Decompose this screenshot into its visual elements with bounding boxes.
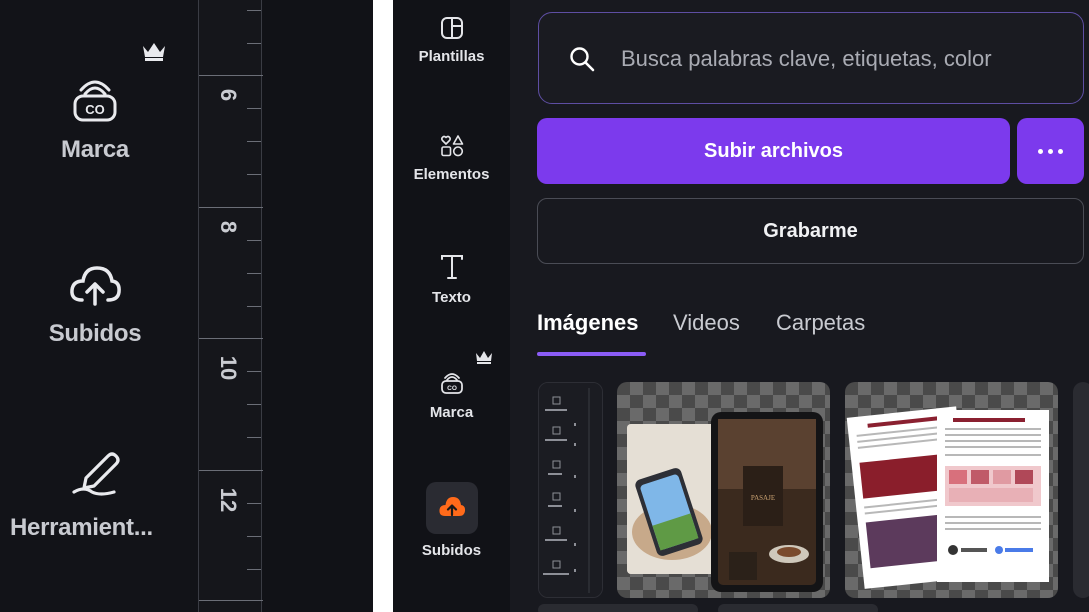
brand-kit-icon: CO — [73, 80, 117, 122]
tablet-mockup-image: PASAJE — [627, 412, 823, 592]
templates-icon — [440, 17, 463, 39]
zoomed-nav-item-marca[interactable]: CO Marca — [0, 40, 190, 164]
ruler-tick — [247, 437, 261, 438]
uploads-panel: Plantillas Elementos Texto CO Marca Subi… — [393, 0, 1089, 612]
search-placeholder: Busca palabras clave, etiquetas, color — [621, 46, 992, 71]
document-pages-image — [846, 406, 1049, 589]
search-icon — [570, 47, 595, 72]
sidebar-item-marca[interactable]: CO Marca — [393, 368, 510, 421]
svg-text:CO: CO — [447, 385, 457, 392]
ruler-tick — [247, 43, 261, 44]
record-yourself-button[interactable]: Grabarme — [537, 198, 1084, 264]
sidebar-item-label: Texto — [432, 289, 471, 306]
ruler-tick — [247, 240, 261, 241]
ruler-tick — [247, 273, 261, 274]
pen-icon — [72, 452, 120, 496]
elements-icon — [440, 135, 463, 157]
ruler-tick — [247, 569, 261, 570]
active-nav-tile — [425, 482, 478, 534]
tab-videos[interactable]: Videos — [673, 310, 740, 336]
ruler-major-tick — [199, 207, 263, 208]
sidebar-screenshot-image — [539, 383, 602, 597]
vertical-ruler: 6 8 10 12 — [198, 0, 263, 612]
cloud-upload-icon — [70, 266, 121, 306]
zoomed-nav-item-subidos[interactable]: Subidos — [0, 262, 190, 348]
ruler-tick — [247, 108, 261, 109]
tab-carpetas[interactable]: Carpetas — [776, 310, 865, 336]
ellipsis-icon — [1038, 149, 1043, 154]
ruler-tick — [247, 404, 261, 405]
ruler-label: 6 — [216, 88, 241, 102]
zoomed-nav-item-herramientas[interactable]: Herramient... — [0, 448, 190, 542]
upload-files-button[interactable]: Subir archivos — [537, 118, 1010, 184]
ellipsis-icon — [1058, 149, 1063, 154]
uploaded-image-thumbnail[interactable] — [538, 382, 603, 598]
ruler-label: 12 — [216, 487, 241, 513]
ruler-label: 8 — [216, 220, 241, 234]
ruler-tick — [247, 536, 261, 537]
zoomed-sidebar-nav: CO Marca Subidos Herramient... — [0, 0, 200, 612]
zoomed-nav-label: Herramient... — [10, 514, 153, 541]
sidebar-item-label: Plantillas — [418, 48, 485, 65]
sidebar-item-texto[interactable]: Texto — [393, 253, 510, 306]
ruler-tick — [247, 10, 261, 11]
brand-kit-icon: CO — [440, 373, 463, 394]
sidebar-item-label: Marca — [429, 404, 474, 421]
ruler-label: 10 — [216, 355, 241, 381]
ruler-tick — [247, 174, 261, 175]
sidebar-item-elementos[interactable]: Elementos — [393, 134, 510, 183]
tab-imagenes[interactable]: Imágenes — [537, 310, 639, 336]
ruler-major-tick — [199, 470, 263, 471]
zoomed-sidebar-panel: CO Marca Subidos Herramient... 6 8 10 12 — [0, 0, 373, 612]
ruler-major-tick — [199, 600, 263, 601]
search-input[interactable]: Busca palabras clave, etiquetas, color — [538, 12, 1084, 104]
uploaded-image-thumbnail[interactable] — [718, 604, 878, 612]
svg-text:PASAJE: PASAJE — [751, 494, 775, 502]
ruler-tick — [247, 306, 261, 307]
ruler-tick — [247, 141, 261, 142]
ruler-major-tick — [199, 75, 263, 76]
svg-text:CO: CO — [85, 102, 105, 117]
text-icon — [440, 255, 463, 279]
ruler-tick — [247, 503, 261, 504]
ruler-tick — [247, 371, 261, 372]
uploaded-image-thumbnail[interactable] — [845, 382, 1058, 598]
sidebar: Plantillas Elementos Texto CO Marca Subi… — [393, 0, 510, 612]
sidebar-item-plantillas[interactable]: Plantillas — [393, 16, 510, 65]
more-options-button[interactable] — [1017, 118, 1084, 184]
sidebar-item-label: Elementos — [413, 166, 490, 183]
uploaded-image-thumbnail[interactable] — [1073, 382, 1089, 598]
uploaded-image-thumbnail[interactable] — [538, 604, 698, 612]
crown-icon — [476, 351, 492, 364]
ellipsis-icon — [1048, 149, 1053, 154]
zoomed-nav-label: Marca — [61, 136, 129, 163]
uploaded-image-thumbnail[interactable]: PASAJE — [617, 382, 830, 598]
zoomed-nav-label: Subidos — [48, 320, 142, 347]
cloud-upload-icon — [438, 497, 465, 517]
sidebar-item-subidos[interactable]: Subidos — [393, 482, 510, 559]
panel-divider — [373, 0, 393, 612]
active-tab-indicator — [537, 352, 646, 356]
sidebar-item-label: Subidos — [421, 542, 482, 559]
ruler-major-tick — [199, 338, 263, 339]
uploads-content: Busca palabras clave, etiquetas, color S… — [510, 0, 1089, 612]
